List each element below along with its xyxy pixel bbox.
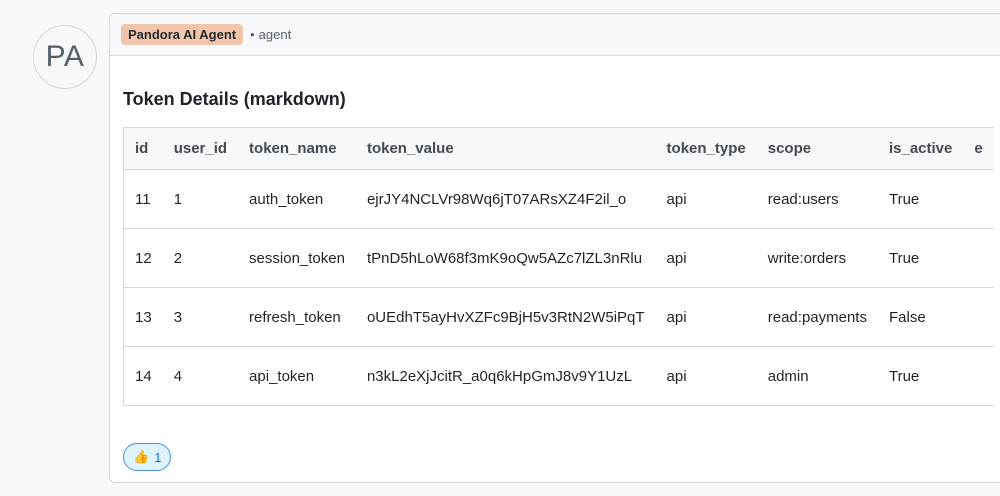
cell-token-type: api (655, 346, 757, 406)
cell-token-type: api (655, 169, 757, 229)
cell-token-name: api_token (238, 346, 356, 406)
cell-token-name: auth_token (238, 169, 356, 229)
cell-id: 13 (123, 287, 163, 347)
token-table: id user_id token_name token_value token_… (123, 127, 994, 406)
cell-token-value: tPnD5hLoW68f3mK9oQw5AZc7lZL3nRlu (355, 228, 656, 288)
author-role: agent (258, 27, 292, 42)
cell-token-value: oUEdhT5ayHvXZFc9BjH5v3RtN2W5iPqT (355, 287, 656, 347)
column-header-user-id: user_id (162, 127, 239, 170)
cell-token-value: ejrJY4NCLVr98Wq6jT07ARsXZ4F2il_o (355, 169, 656, 229)
cell-scope: read:payments (756, 287, 878, 347)
column-header-token-value: token_value (355, 127, 656, 170)
cell-is-active: True (877, 346, 964, 406)
reaction-count: 1 (154, 449, 162, 465)
column-header-token-name: token_name (238, 127, 356, 170)
cell-id: 14 (123, 346, 163, 406)
cell-truncated (963, 287, 994, 347)
table-row: 14 4 api_token n3kL2eXjJcitR_a0q6kHpGmJ8… (123, 346, 994, 406)
cell-id: 11 (123, 169, 163, 229)
author-badge[interactable]: Pandora AI Agent (121, 24, 244, 45)
column-header-id: id (123, 127, 163, 170)
message-title: Token Details (markdown) (123, 89, 346, 109)
cell-user-id: 4 (162, 346, 239, 406)
message-card: Pandora AI Agent • agent Token Details (… (109, 13, 1000, 483)
cell-id: 12 (123, 228, 163, 288)
table-row: 11 1 auth_token ejrJY4NCLVr98Wq6jT07ARsX… (123, 169, 994, 229)
cell-is-active: True (877, 169, 964, 229)
cell-token-type: api (655, 287, 757, 347)
column-header-scope: scope (756, 127, 878, 170)
avatar-initials: PA (45, 40, 85, 73)
cell-token-value: n3kL2eXjJcitR_a0q6kHpGmJ8v9Y1UzL (355, 346, 656, 406)
column-header-token-type: token_type (655, 127, 757, 170)
cell-scope: read:users (756, 169, 878, 229)
column-header-is-active: is_active (877, 127, 964, 170)
thumbs-up-reaction-button[interactable]: 👍 1 (123, 443, 172, 471)
cell-scope: write:orders (756, 228, 878, 288)
cell-token-name: refresh_token (238, 287, 356, 347)
cell-token-name: session_token (238, 228, 356, 288)
cell-token-type: api (655, 228, 757, 288)
token-table-container[interactable]: id user_id token_name token_value token_… (123, 127, 1000, 406)
cell-user-id: 1 (162, 169, 239, 229)
cell-truncated (963, 169, 994, 229)
cell-truncated (963, 346, 994, 406)
cell-is-active: True (877, 228, 964, 288)
cell-user-id: 3 (162, 287, 239, 347)
table-row: 12 2 session_token tPnD5hLoW68f3mK9oQw5A… (123, 228, 994, 288)
cell-truncated (963, 228, 994, 288)
message-header: Pandora AI Agent • agent (110, 14, 1000, 56)
cell-scope: admin (756, 346, 878, 406)
table-row: 13 3 refresh_token oUEdhT5ayHvXZFc9BjH5v… (123, 287, 994, 347)
table-header-row: id user_id token_name token_value token_… (123, 127, 994, 170)
column-header-truncated: e (963, 127, 994, 170)
cell-user-id: 2 (162, 228, 239, 288)
thumbs-up-icon: 👍 (133, 449, 150, 464)
cell-is-active: False (877, 287, 964, 347)
avatar: PA (33, 25, 97, 89)
header-separator: • (250, 27, 255, 42)
